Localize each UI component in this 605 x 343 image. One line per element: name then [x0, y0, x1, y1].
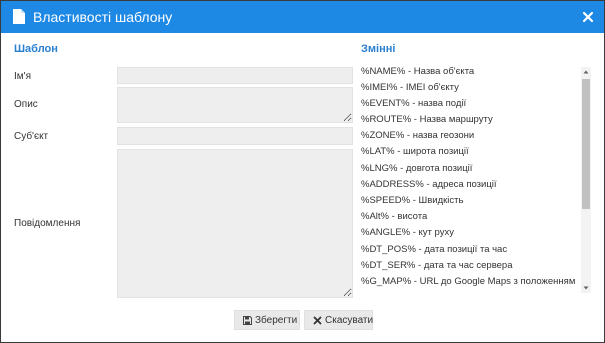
message-label: Повідомлення	[14, 218, 81, 229]
template-section-heading: Шаблон	[14, 43, 58, 55]
variable-item[interactable]: %G_MAP% - URL до Google Maps з положення…	[361, 275, 575, 289]
variable-item[interactable]: %DT_SER% - дата та час сервера	[361, 259, 513, 273]
description-textarea[interactable]	[117, 87, 353, 123]
subject-input[interactable]	[117, 127, 353, 145]
variable-item[interactable]: %ANGLE% - кут руху	[361, 226, 454, 240]
dialog-title: Властивості шаблону	[33, 9, 173, 25]
variable-item[interactable]: %LNG% - довгота позиції	[361, 162, 472, 176]
variables-scrollbar[interactable]	[581, 67, 591, 293]
cancel-button-label: Скасувати	[325, 315, 374, 326]
variable-item[interactable]: %ADDRESS% - адреса позиції	[361, 178, 497, 192]
document-icon	[13, 9, 25, 24]
message-textarea[interactable]	[117, 149, 353, 298]
variable-item[interactable]: %DT_POS% - дата позиції та час	[361, 243, 507, 257]
name-label: Ім'я	[14, 71, 31, 82]
cancel-button[interactable]: Скасувати	[304, 310, 373, 330]
variables-list[interactable]: %NAME% - Назва об'єкта %IMEI% - IMEI об'…	[359, 65, 592, 295]
name-input[interactable]	[117, 67, 353, 84]
scrollbar-thumb[interactable]	[582, 79, 590, 209]
template-properties-dialog: Властивості шаблону Шаблон Ім'я Опис Суб…	[0, 0, 605, 343]
variable-item[interactable]: %ROUTE% - Назва маршруту	[361, 113, 493, 127]
variable-item[interactable]: %EVENT% - назва події	[361, 97, 466, 111]
scroll-down-arrow-icon[interactable]	[581, 283, 591, 293]
variable-item[interactable]: %LAT% - широта позиції	[361, 145, 469, 159]
scroll-up-arrow-icon[interactable]	[581, 67, 591, 77]
variable-item[interactable]: %ZONE% - назва геозони	[361, 129, 474, 143]
variable-item[interactable]: %NAME% - Назва об'єкта	[361, 65, 474, 79]
description-label: Опис	[14, 99, 38, 110]
dialog-titlebar: Властивості шаблону	[1, 1, 604, 33]
floppy-disk-icon	[243, 316, 252, 325]
subject-label: Суб'єкт	[14, 131, 49, 142]
save-button[interactable]: Зберегти	[234, 310, 300, 330]
variables-section-heading: Змінні	[361, 43, 396, 55]
variable-item[interactable]: %IMEI% - IMEI об'єкту	[361, 81, 459, 95]
save-button-label: Зберегти	[255, 315, 298, 326]
variable-item[interactable]: %Alt% - висота	[361, 210, 427, 224]
close-icon[interactable]	[581, 10, 595, 24]
variable-item[interactable]: %SPEED% - Швидкість	[361, 194, 463, 208]
x-icon	[313, 316, 322, 325]
